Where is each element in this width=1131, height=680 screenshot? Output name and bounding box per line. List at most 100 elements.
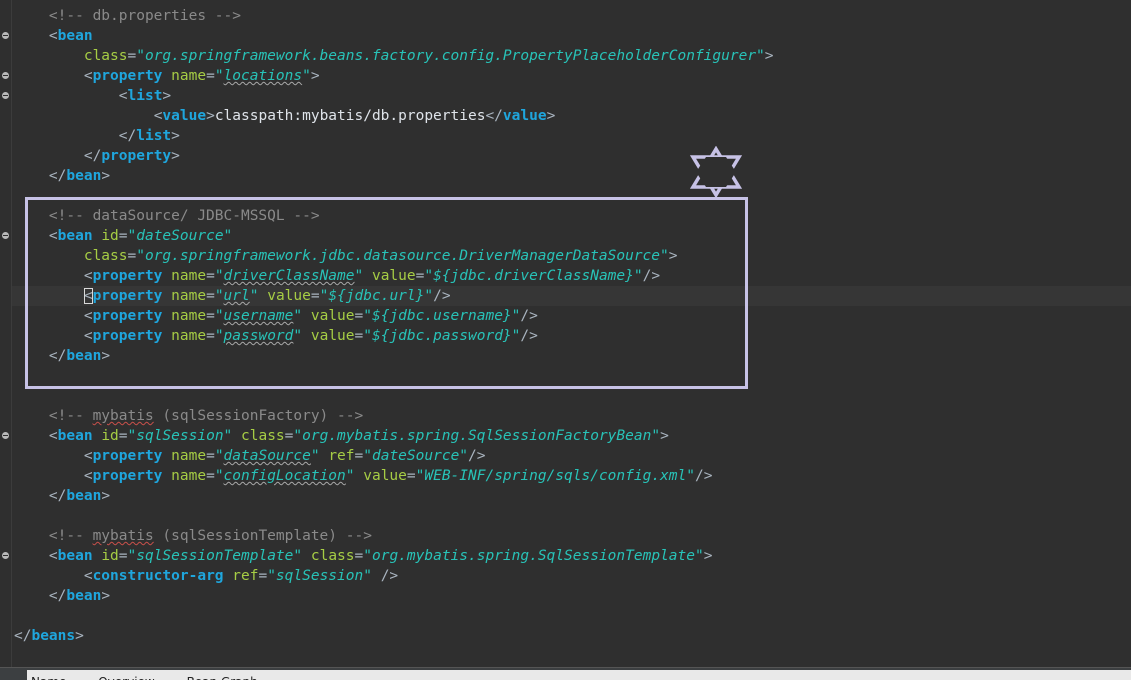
code-line[interactable]: <property name="dataSource" ref="dateSou… xyxy=(14,446,1131,466)
code-line[interactable] xyxy=(14,366,1131,386)
fold-toggle-icon[interactable] xyxy=(2,92,9,99)
code-token: bean xyxy=(57,228,93,244)
code-line[interactable]: </list> xyxy=(14,126,1131,146)
code-token: dataSource xyxy=(223,448,311,464)
code-line[interactable]: <!-- dataSource/ JDBC-MSSQL --> xyxy=(14,206,1131,226)
code-line[interactable]: <property name="username" value="${jdbc.… xyxy=(14,306,1131,326)
code-line[interactable]: <value>classpath:mybatis/db.properties</… xyxy=(14,106,1131,126)
code-token: < xyxy=(83,268,93,284)
code-token: id xyxy=(101,228,119,244)
code-line[interactable] xyxy=(14,606,1131,626)
code-line[interactable]: <bean id="sqlSession" class="org.mybatis… xyxy=(2,426,1131,446)
code-editor[interactable]: <!-- db.properties --> <bean class="org.… xyxy=(0,0,1131,667)
code-token: username xyxy=(223,308,294,324)
code-line[interactable]: <property name="configLocation" value="W… xyxy=(14,466,1131,486)
code-token: bean xyxy=(57,428,93,444)
code-line[interactable]: <property name="password" value="${jdbc.… xyxy=(14,326,1131,346)
code-token: /> xyxy=(520,308,538,324)
fold-toggle-icon[interactable] xyxy=(2,32,9,39)
code-line[interactable]: <property name="driverClassName" value="… xyxy=(14,266,1131,286)
code-token: name xyxy=(171,268,207,284)
code-token: > xyxy=(171,128,180,144)
code-line[interactable]: <!-- mybatis (sqlSessionFactory) --> xyxy=(14,406,1131,426)
code-token: configLocation xyxy=(223,468,346,484)
code-line[interactable] xyxy=(14,386,1131,406)
code-line[interactable]: </beans> xyxy=(14,626,1131,646)
code-token: property xyxy=(92,288,163,304)
code-token: "org.mybatis.spring.SqlSessionTemplate" xyxy=(363,548,704,564)
code-token: value xyxy=(502,108,547,124)
code-line[interactable] xyxy=(14,186,1131,206)
code-line[interactable]: <bean id="sqlSessionTemplate" class="org… xyxy=(2,546,1131,566)
code-token: = xyxy=(127,248,137,264)
code-token: list xyxy=(136,128,172,144)
code-token: list xyxy=(127,88,163,104)
code-token: locations xyxy=(223,68,303,84)
code-line[interactable]: </bean> xyxy=(14,166,1131,186)
code-line[interactable]: <list> xyxy=(2,86,1131,106)
code-token: " xyxy=(214,68,224,84)
code-token: bean xyxy=(57,28,93,44)
code-token: = xyxy=(206,448,215,464)
code-line[interactable]: <bean id="dateSource" xyxy=(2,226,1131,246)
code-token: = xyxy=(118,548,128,564)
fold-toggle-icon[interactable] xyxy=(2,72,9,79)
code-token: > xyxy=(703,548,713,564)
code-line[interactable]: </property> xyxy=(14,146,1131,166)
code-line[interactable]: <!-- db.properties --> xyxy=(14,6,1131,26)
code-line[interactable]: <property name="url" value="${jdbc.url}"… xyxy=(12,286,1131,306)
code-token: < xyxy=(48,428,58,444)
code-token: bean xyxy=(66,168,102,184)
code-token: < xyxy=(48,228,58,244)
code-token: bean xyxy=(66,348,102,364)
code-token: = xyxy=(354,308,364,324)
code-line[interactable]: </bean> xyxy=(14,486,1131,506)
fold-toggle-icon[interactable] xyxy=(2,432,9,439)
code-line[interactable]: </bean> xyxy=(14,586,1131,606)
code-token: url xyxy=(223,288,250,304)
code-token: <!-- xyxy=(48,528,93,544)
code-token: = xyxy=(206,288,215,304)
code-token: beans xyxy=(31,628,76,644)
code-area[interactable]: <!-- db.properties --> <bean class="org.… xyxy=(2,6,1131,646)
code-line[interactable] xyxy=(14,506,1131,526)
code-line[interactable]: <constructor-arg ref="sqlSession" /> xyxy=(14,566,1131,586)
code-line[interactable]: <property name="locations"> xyxy=(2,66,1131,86)
fold-toggle-icon[interactable] xyxy=(2,232,9,239)
code-token: </ xyxy=(48,588,67,604)
code-line[interactable]: class="org.springframework.jdbc.datasour… xyxy=(14,246,1131,266)
code-token: name xyxy=(171,308,207,324)
code-token: class xyxy=(310,548,355,564)
editor-gutter[interactable] xyxy=(0,0,12,667)
code-line[interactable]: <bean xyxy=(2,26,1131,46)
fold-toggle-icon[interactable] xyxy=(2,552,9,559)
code-line[interactable]: </bean> xyxy=(14,346,1131,366)
code-token: property xyxy=(92,68,163,84)
code-token: property xyxy=(92,308,163,324)
code-token: " xyxy=(214,308,224,324)
code-line[interactable]: class="org.springframework.beans.factory… xyxy=(14,46,1131,66)
code-token: < xyxy=(83,568,93,584)
code-line[interactable]: <!-- mybatis (sqlSessionTemplate) --> xyxy=(14,526,1131,546)
code-token: class xyxy=(83,48,128,64)
